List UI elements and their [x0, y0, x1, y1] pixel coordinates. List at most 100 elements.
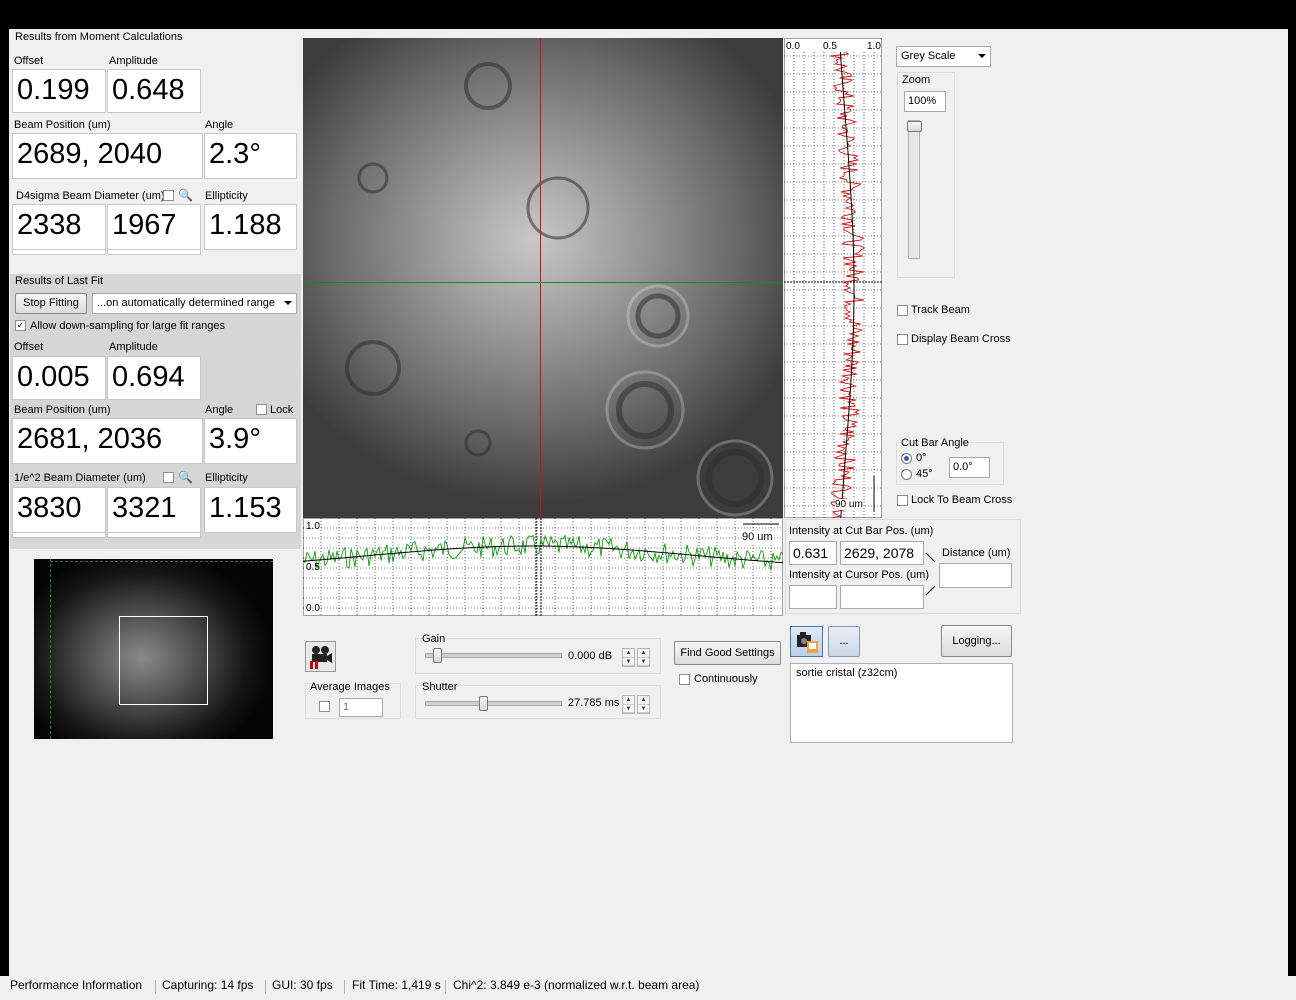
- shutter-fine-down-icon[interactable]: ▼: [638, 705, 649, 713]
- status-capturing: Capturing: 14 fps: [162, 978, 254, 992]
- fit-range-select-value: ...on automatically determined range: [97, 297, 275, 309]
- track-beam-checkbox[interactable]: [897, 305, 908, 316]
- downsample-label: Allow down-sampling for large fit ranges: [30, 320, 226, 332]
- average-images-label: Average Images: [310, 681, 390, 693]
- gain-slider-handle[interactable]: [433, 648, 443, 663]
- cut-bar-angle-label: Cut Bar Angle: [900, 437, 970, 449]
- display-beam-cross-label: Display Beam Cross: [911, 333, 1011, 345]
- average-images-input[interactable]: 1: [339, 698, 383, 717]
- fit-offset-label: Offset: [14, 341, 44, 353]
- colormap-select[interactable]: Grey Scale: [896, 46, 991, 67]
- gain-value-input[interactable]: 0.000 dB: [565, 648, 621, 667]
- gain-spinner[interactable]: ▲ ▼: [622, 648, 635, 667]
- gain-up-icon[interactable]: ▲: [623, 649, 634, 658]
- find-good-settings-button[interactable]: Find Good Settings: [674, 641, 781, 665]
- chevron-down-icon: [978, 54, 986, 58]
- cut-bar-intensity-value: 0.631: [789, 541, 837, 565]
- vertical-profile-graph: [784, 51, 882, 518]
- gain-spinner-fine[interactable]: ▲ ▼: [637, 648, 650, 667]
- overview-roi-rect[interactable]: [119, 616, 208, 705]
- status-separator: [344, 980, 345, 994]
- horizontal-profile-graph: [303, 518, 783, 616]
- vprofile-trace: [830, 51, 866, 518]
- gain-fine-up-icon[interactable]: ▲: [638, 649, 649, 658]
- stop-fitting-button[interactable]: Stop Fitting: [15, 293, 87, 314]
- zoom-slider-handle[interactable]: [907, 121, 922, 132]
- distance-value: [939, 563, 1012, 588]
- lock-checkbox[interactable]: [256, 404, 267, 415]
- shutter-fine-up-icon[interactable]: ▲: [638, 696, 649, 705]
- angle-value-input[interactable]: 0.0°: [949, 457, 990, 478]
- fit-results-title: Results of Last Fit: [15, 275, 104, 287]
- magnifier-icon[interactable]: 🔍: [178, 188, 193, 202]
- angle-45-radio[interactable]: [901, 469, 912, 480]
- colormap-select-value: Grey Scale: [901, 50, 956, 62]
- fit-angle-value: 3.9°: [204, 418, 297, 464]
- status-fit-time: Fit Time: 1,419 s: [352, 978, 441, 992]
- downsample-checkbox[interactable]: ✓: [15, 320, 26, 331]
- fit-diameter-checkbox[interactable]: [163, 472, 174, 483]
- shutter-label: Shutter: [422, 681, 458, 693]
- camera-image-rings: [345, 62, 774, 517]
- cursor-intensity-value: [789, 585, 837, 609]
- video-camera-button[interactable]: [305, 641, 336, 672]
- shutter-slider-handle[interactable]: [479, 696, 488, 711]
- magnifier-icon[interactable]: 🔍: [178, 470, 193, 484]
- hprofile-tick-0: 0.0: [306, 603, 320, 614]
- continuously-checkbox[interactable]: [679, 674, 690, 685]
- zoom-input[interactable]: 100%: [904, 91, 946, 112]
- overview-thumbnail[interactable]: [34, 559, 273, 739]
- moment-ellipticity-value: 1.188: [204, 204, 297, 250]
- hprofile-trace: [303, 534, 783, 571]
- moment-diameter-y-value: 1967: [107, 204, 201, 250]
- log-comment-textarea[interactable]: sortie cristal (z32cm): [790, 663, 1013, 743]
- shutter-value-input[interactable]: 27.785 ms: [565, 695, 621, 714]
- horizontal-profile-plot: 1.0 0.5 0.0 90 um: [303, 518, 783, 616]
- fit-ellipticity-value: 1.153: [204, 487, 297, 533]
- fit-offset-value: 0.005: [12, 356, 106, 400]
- more-options-button[interactable]: ...: [828, 626, 860, 657]
- shutter-up-icon[interactable]: ▲: [623, 696, 634, 705]
- fit-beam-position-value: 2681, 2036: [12, 418, 203, 464]
- moment-diameter-label: D4sigma Beam Diameter (um): [16, 190, 165, 202]
- camera-snapshot-icon: [797, 632, 818, 653]
- horizontal-cut-bar[interactable]: [303, 282, 783, 283]
- lock-to-beam-cross-checkbox[interactable]: [897, 495, 908, 506]
- snapshot-button[interactable]: [790, 626, 823, 657]
- gain-fine-down-icon[interactable]: ▼: [638, 658, 649, 666]
- moment-diameter-x-scrollbar: [12, 250, 106, 255]
- zoom-slider-track[interactable]: [908, 120, 920, 259]
- camera-image[interactable]: [303, 38, 783, 518]
- average-images-checkbox[interactable]: [319, 701, 330, 712]
- hprofile-tick-1: 1.0: [306, 521, 320, 532]
- fit-ellipticity-label: Ellipticity: [205, 472, 248, 484]
- distance-label: Distance (um): [942, 547, 1011, 559]
- display-beam-cross-checkbox[interactable]: [897, 334, 908, 345]
- status-chi-squared: Chi^2: 3.849 e-3 (normalized w.r.t. beam…: [453, 978, 700, 992]
- fit-diameter-x-scrollbar: [12, 533, 106, 538]
- gain-slider-track[interactable]: [425, 653, 562, 658]
- chevron-down-icon: [284, 301, 292, 305]
- main-window: Results from Moment Calculations Offset …: [9, 29, 1288, 976]
- gain-down-icon[interactable]: ▼: [623, 658, 634, 666]
- fit-diameter-y-scrollbar: [107, 533, 201, 538]
- vertical-cut-bar[interactable]: [540, 38, 541, 518]
- logging-button[interactable]: Logging...: [941, 625, 1012, 657]
- fit-amplitude-label: Amplitude: [109, 341, 158, 353]
- shutter-down-icon[interactable]: ▼: [623, 705, 634, 713]
- moment-results-title: Results from Moment Calculations: [15, 31, 183, 43]
- lock-to-beam-cross-label: Lock To Beam Cross: [911, 494, 1013, 506]
- status-bar: Performance Information Capturing: 14 fp…: [0, 976, 1296, 1000]
- fit-angle-label: Angle: [205, 404, 234, 416]
- angle-0-radio[interactable]: [901, 453, 912, 464]
- angle-0-label: 0°: [916, 452, 927, 464]
- moment-diameter-checkbox[interactable]: [163, 190, 174, 201]
- fit-range-select[interactable]: ...on automatically determined range: [92, 293, 297, 314]
- zoom-label: Zoom: [902, 74, 931, 86]
- video-camera-icon: [310, 646, 332, 669]
- shutter-spinner-fine[interactable]: ▲ ▼: [637, 695, 650, 714]
- shutter-spinner[interactable]: ▲ ▼: [622, 695, 635, 714]
- moment-diameter-x-value: 2338: [12, 204, 106, 250]
- shutter-slider-track[interactable]: [425, 701, 562, 706]
- distance-bracket: [925, 552, 936, 596]
